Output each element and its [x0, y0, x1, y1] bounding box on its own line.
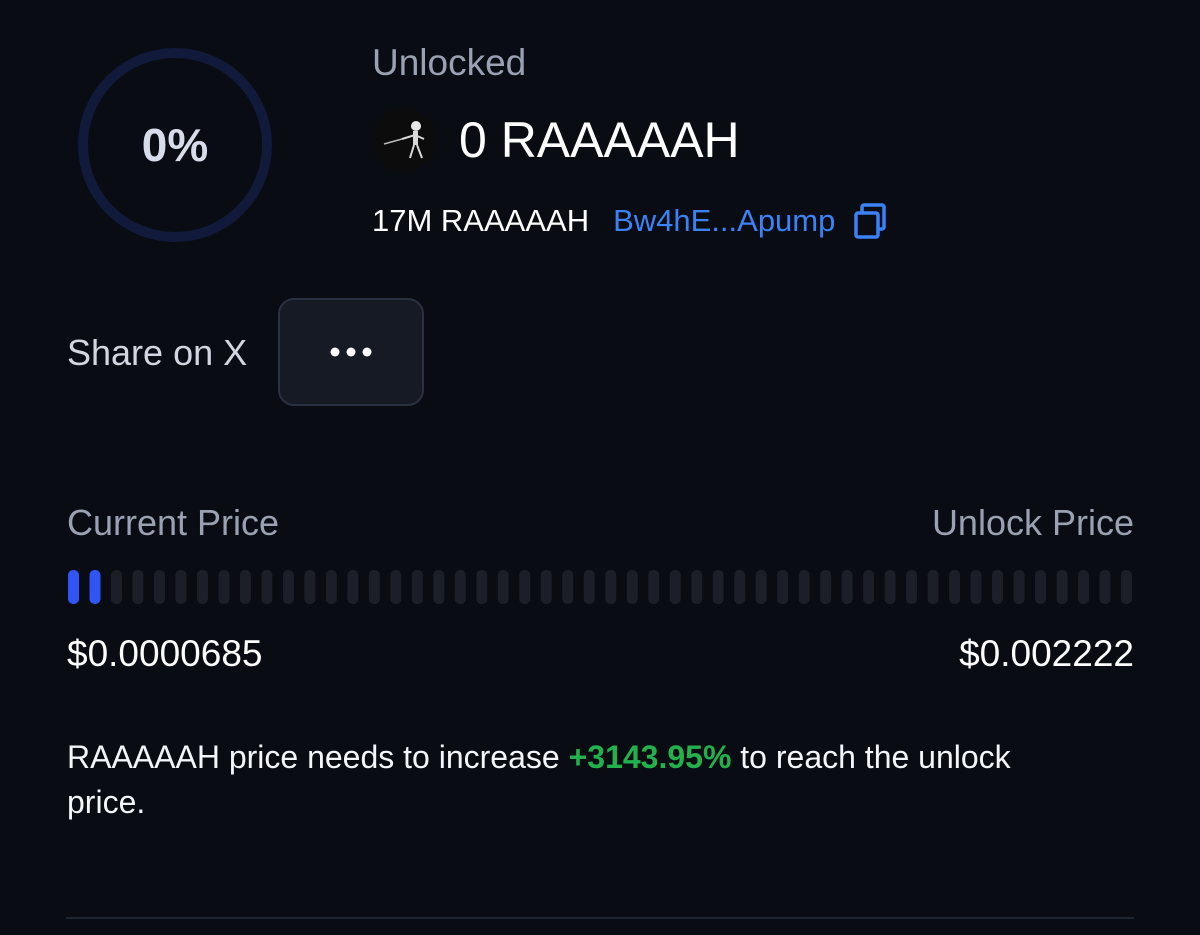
progress-segment — [755, 570, 767, 604]
token-info-row: 17M RAAAAAH Bw4hE...Apump — [372, 200, 887, 242]
progress-segment — [390, 570, 402, 604]
unlocked-status-label: Unlocked — [372, 42, 527, 83]
token-unlock-card: 0% Unlocked 0 RAAAAAH 17M RAAAAAH Bw4hE.… — [0, 0, 1200, 935]
more-dots-icon — [330, 347, 372, 357]
progress-segment — [1099, 570, 1111, 604]
unlocked-amount: 0 RAAAAAH — [459, 112, 740, 168]
progress-segment — [712, 570, 724, 604]
progress-segment — [454, 570, 466, 604]
unlock-price-label: Unlock Price — [931, 502, 1134, 543]
progress-segment — [433, 570, 445, 604]
progress-segment — [863, 570, 875, 604]
progress-segment — [282, 570, 294, 604]
progress-segment-filled — [89, 570, 101, 604]
token-address-link[interactable]: Bw4hE...Apump — [613, 203, 835, 239]
progress-segment — [325, 570, 337, 604]
unlock-progress-ring: 0% — [75, 45, 275, 245]
progress-segment — [196, 570, 208, 604]
progress-segment — [927, 570, 939, 604]
progress-segment — [110, 570, 122, 604]
progress-segment — [347, 570, 359, 604]
progress-segment — [261, 570, 273, 604]
note-required-increase: +3143.95% — [568, 739, 732, 775]
section-divider — [66, 917, 1134, 919]
progress-segment — [304, 570, 316, 604]
progress-segment — [1013, 570, 1025, 604]
progress-segment — [605, 570, 617, 604]
progress-segment — [669, 570, 681, 604]
progress-segment — [218, 570, 230, 604]
progress-segment — [175, 570, 187, 604]
progress-segment — [841, 570, 853, 604]
progress-segment — [368, 570, 380, 604]
progress-segment — [583, 570, 595, 604]
progress-segment-filled — [68, 570, 79, 604]
progress-segment — [777, 570, 789, 604]
progress-segment — [992, 570, 1004, 604]
progress-segment — [497, 570, 509, 604]
progress-segment — [239, 570, 251, 604]
unlock-price-value: $0.002222 — [959, 633, 1134, 674]
progress-segment — [476, 570, 488, 604]
progress-segment — [906, 570, 918, 604]
share-on-x-button[interactable]: Share on X — [67, 332, 247, 374]
token-amount-row: 0 RAAAAAH — [372, 108, 740, 172]
progress-segment — [519, 570, 531, 604]
progress-segment — [540, 570, 552, 604]
unlock-note: RAAAAAH price needs to increase +3143.95… — [67, 735, 1067, 825]
progress-segment — [1056, 570, 1068, 604]
progress-segment — [626, 570, 638, 604]
progress-segment — [132, 570, 144, 604]
copy-icon[interactable] — [853, 203, 887, 239]
progress-segment — [734, 570, 746, 604]
current-price-label: Current Price — [67, 502, 280, 543]
progress-segment — [1035, 570, 1047, 604]
skeleton-token-avatar — [372, 108, 436, 172]
progress-segment — [648, 570, 660, 604]
progress-segment — [153, 570, 165, 604]
progress-segment — [1121, 570, 1132, 604]
unlock-percent-label: 0% — [141, 119, 209, 171]
progress-segment — [820, 570, 832, 604]
price-progress-bar — [68, 570, 1132, 604]
progress-segment — [884, 570, 896, 604]
progress-segment — [411, 570, 423, 604]
note-prefix: RAAAAAH price needs to increase — [67, 739, 569, 775]
progress-segment — [949, 570, 961, 604]
progress-segment — [798, 570, 810, 604]
progress-segment — [691, 570, 703, 604]
token-supply: 17M RAAAAAH — [372, 203, 590, 238]
more-options-button[interactable] — [278, 298, 424, 406]
progress-segment — [1078, 570, 1090, 604]
progress-segment — [562, 570, 574, 604]
current-price-value: $0.0000685 — [67, 633, 263, 674]
progress-segment — [970, 570, 982, 604]
